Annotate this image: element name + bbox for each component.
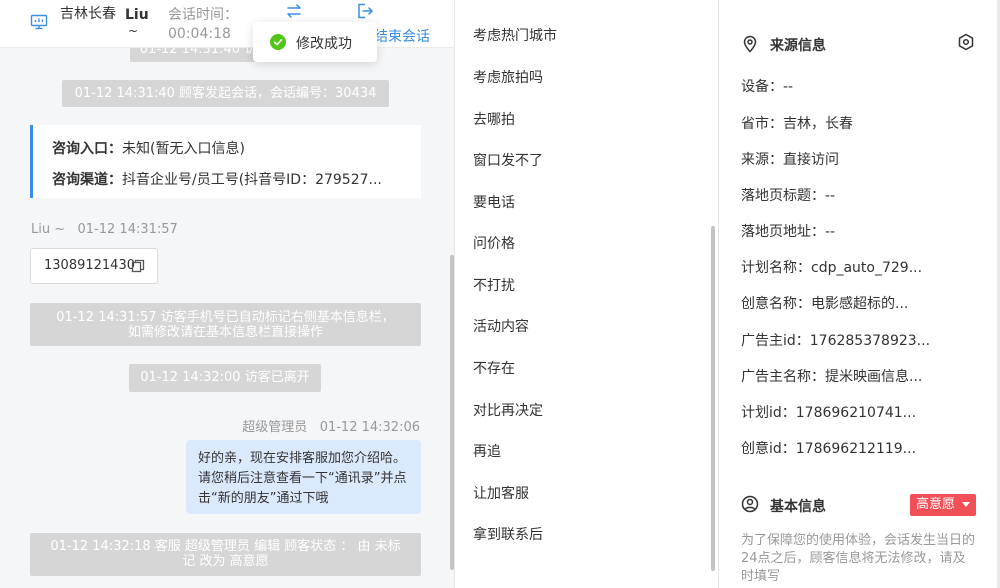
- source-info-row: 落地页地址：--: [741, 224, 836, 240]
- transfer-icon[interactable]: [285, 2, 303, 20]
- chat-header: 吉林长春 Liu ~ 会话时间： 00:04:18 结束会话: [0, 0, 454, 48]
- toast-message: 修改成功: [296, 36, 352, 52]
- quick-reply-item[interactable]: 考虑热门城市: [473, 25, 557, 45]
- app-root: 吉林长春 Liu ~ 会话时间： 00:04:18 结束会话 01-12 14:…: [0, 0, 1000, 588]
- session-time-value: 00:04:18: [168, 26, 231, 42]
- inquiry-channel-value: 抖音企业号/员工号(抖音号ID：279527...: [122, 172, 382, 188]
- inquiry-entry-row: 咨询入口：未知(暂无入口信息): [52, 138, 245, 158]
- system-message-line: 01-12 14:32:18 客服 超级管理员 编辑 顾客状态 ： 由 未标: [50, 539, 401, 554]
- visitor-name: Liu: [125, 7, 149, 23]
- hexagon-settings-icon[interactable]: [957, 33, 975, 51]
- visitor-phone-text: 13089121430: [44, 258, 135, 273]
- visitor-message-meta: Liu ~ 01-12 14:31:57: [31, 222, 178, 237]
- basic-info-title: 基本信息: [770, 499, 826, 515]
- system-message-session-start: 01-12 14:31:40 顾客发起会话，会话编号：30434: [62, 80, 389, 107]
- visitor-message-bubble: 13089121430: [30, 248, 158, 284]
- copy-icon[interactable]: [131, 259, 145, 273]
- chat-panel: 吉林长春 Liu ~ 会话时间： 00:04:18 结束会话 01-12 14:…: [0, 0, 455, 588]
- source-info-row: 广告主名称：提米映画信息...: [741, 369, 923, 385]
- source-info-row: 设备：--: [741, 79, 794, 95]
- system-message-phone-marked: 01-12 14:31:57 访客手机号已自动标记右侧基本信息栏， 如需修改请在…: [30, 303, 421, 346]
- source-info-row: 创意id：178696212119...: [741, 441, 917, 457]
- quick-reply-scrollbar[interactable]: [711, 226, 715, 571]
- quick-reply-item[interactable]: 考虑旅拍吗: [473, 67, 543, 87]
- inquiry-channel-row: 咨询渠道：抖音企业号/员工号(抖音号ID：279527...: [52, 169, 382, 189]
- quick-reply-item[interactable]: 要电话: [473, 192, 515, 212]
- source-info-row: 来源：直接访问: [741, 152, 839, 168]
- session-time-label: 会话时间：: [168, 7, 238, 23]
- visitor-name-suffix: ~: [128, 24, 139, 38]
- quick-reply-item[interactable]: 活动内容: [473, 316, 529, 336]
- caret-down-icon: [962, 502, 970, 507]
- system-message-visitor-left: 01-12 14:32:00 访客已离开: [129, 364, 321, 392]
- success-toast: 修改成功: [253, 22, 377, 62]
- source-info-row: 落地页标题：--: [741, 188, 836, 204]
- system-message-status-edit: 01-12 14:32:18 客服 超级管理员 编辑 顾客状态 ： 由 未标 记…: [30, 533, 421, 576]
- edit-deadline-notice: 为了保障您的使用体验，会话发生当日的24点之后，顾客信息将无法修改，请及时填写: [741, 533, 976, 584]
- chat-scrollbar[interactable]: [450, 255, 454, 570]
- agent-message-bubble: 好的亲，现在安排客服加您介绍哈。请您稍后注意查看一下“通讯录”并点击“新的朋友”…: [186, 440, 421, 514]
- quick-reply-item[interactable]: 再追: [473, 441, 501, 461]
- inquiry-entry-value: 未知(暂无入口信息): [122, 141, 245, 157]
- visitor-location: 吉林长春: [60, 6, 116, 22]
- source-info-row: 计划id：178696210741...: [741, 405, 917, 421]
- quick-reply-item[interactable]: 不存在: [473, 358, 515, 378]
- exit-icon[interactable]: [356, 2, 374, 20]
- quick-reply-item[interactable]: 让加客服: [473, 483, 529, 503]
- quick-reply-item[interactable]: 去哪拍: [473, 109, 515, 129]
- end-session-button[interactable]: 结束会话: [374, 26, 430, 46]
- quick-reply-item[interactable]: 不打扰: [473, 275, 515, 295]
- quick-reply-list: 考虑热门城市 考虑旅拍吗 去哪拍 窗口发不了 要电话 问价格 不打扰 活动内容 …: [455, 0, 718, 588]
- location-pin-icon: [743, 35, 757, 53]
- source-info-row: 创意名称：电影感超标的...: [741, 296, 909, 312]
- source-info-row: 广告主id：176285378923...: [741, 333, 931, 349]
- monitor-icon: [30, 14, 48, 30]
- user-circle-icon: [741, 495, 759, 513]
- inquiry-entry-label: 咨询入口：: [52, 141, 122, 157]
- system-message-line: 记 改为 高意愿: [182, 554, 269, 569]
- quick-reply-item[interactable]: 窗口发不了: [473, 150, 543, 170]
- system-message-line: 01-12 14:31:57 访客手机号已自动标记右侧基本信息栏，: [56, 310, 395, 325]
- customer-info-panel: 来源信息 设备：-- 省市：吉林，长春 来源：直接访问 落地页标题：-- 落地页…: [719, 0, 1000, 588]
- agent-message-meta: 超级管理员 01-12 14:32:06: [242, 420, 420, 435]
- system-message-line: 如需修改请在基本信息栏直接操作: [127, 325, 323, 340]
- quick-reply-item[interactable]: 对比再决定: [473, 400, 543, 420]
- intent-status-label: 高意愿: [916, 497, 956, 512]
- check-circle-icon: [270, 34, 286, 50]
- source-info-row: 计划名称：cdp_auto_729...: [741, 260, 923, 276]
- intent-status-dropdown[interactable]: 高意愿: [910, 494, 976, 516]
- quick-reply-item[interactable]: 拿到联系后: [473, 524, 543, 544]
- inquiry-info-card: 咨询入口：未知(暂无入口信息) 咨询渠道：抖音企业号/员工号(抖音号ID：279…: [30, 125, 421, 198]
- quick-reply-item[interactable]: 问价格: [473, 233, 515, 253]
- inquiry-channel-label: 咨询渠道：: [52, 172, 122, 188]
- source-info-row: 省市：吉林，长春: [741, 116, 853, 132]
- source-info-title: 来源信息: [770, 38, 826, 54]
